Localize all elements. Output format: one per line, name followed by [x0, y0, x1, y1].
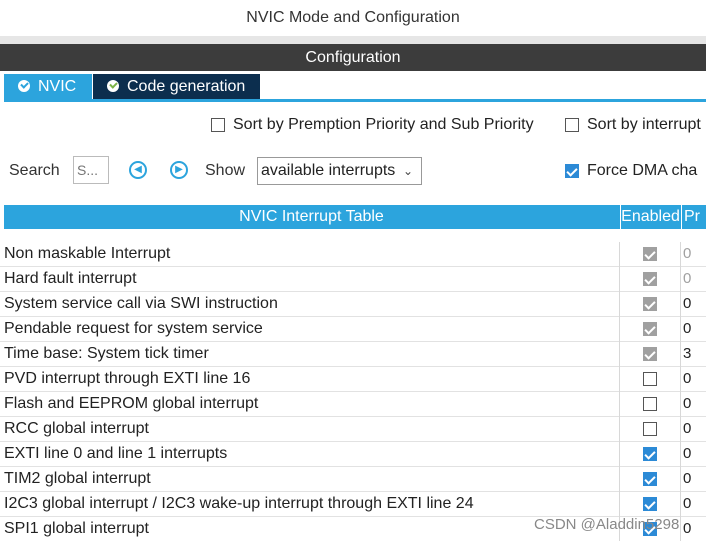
- priority-value[interactable]: 0: [683, 395, 691, 412]
- enabled-checkbox[interactable]: [643, 372, 657, 386]
- interrupt-name: I2C3 global interrupt / I2C3 wake-up int…: [4, 495, 474, 512]
- table-row[interactable]: Time base: System tick timer 3: [0, 342, 706, 367]
- sort-interrupt-label: Sort by interrupt: [587, 116, 701, 133]
- sort-priority-option[interactable]: Sort by Premption Priority and Sub Prior…: [211, 116, 534, 134]
- table-row[interactable]: System service call via SWI instruction 0: [0, 292, 706, 317]
- priority-value[interactable]: 0: [683, 270, 691, 287]
- tab-underline: [4, 99, 706, 102]
- show-label: Show: [205, 162, 246, 179]
- table-row[interactable]: RCC global interrupt 0: [0, 417, 706, 442]
- enabled-checkbox[interactable]: [643, 472, 657, 486]
- column-divider: [619, 242, 620, 541]
- tab-nvic-label: NVIC: [38, 78, 77, 95]
- nvic-table-body: Non maskable Interrupt 0 Hard fault interr…: [0, 242, 706, 541]
- enabled-checkbox: [643, 297, 657, 311]
- nvic-table-header: NVIC Interrupt Table Enabled Pr: [4, 205, 706, 229]
- interrupt-name: SPI1 global interrupt: [4, 520, 149, 537]
- enabled-checkbox: [643, 272, 657, 286]
- configuration-header: Configuration: [0, 44, 706, 71]
- priority-value[interactable]: 0: [683, 445, 691, 462]
- watermark-text: CSDN @Aladdin5298: [534, 516, 680, 533]
- priority-value[interactable]: 0: [683, 295, 691, 312]
- table-row[interactable]: Hard fault interrupt 0: [0, 267, 706, 292]
- tab-nvic[interactable]: NVIC: [4, 74, 92, 99]
- tab-code-generation-label: Code generation: [127, 78, 246, 95]
- priority-value[interactable]: 3: [683, 345, 691, 362]
- priority-value[interactable]: 0: [683, 320, 691, 337]
- chevron-down-icon: ⌄: [402, 164, 413, 178]
- interrupt-name: RCC global interrupt: [4, 420, 149, 437]
- priority-value[interactable]: 0: [683, 495, 691, 512]
- enabled-checkbox[interactable]: [643, 497, 657, 511]
- interrupt-name: Pendable request for system service: [4, 320, 263, 337]
- force-dma-label: Force DMA cha: [587, 162, 698, 179]
- force-dma-option[interactable]: Force DMA cha: [565, 162, 697, 180]
- interrupt-name: Time base: System tick timer: [4, 345, 209, 362]
- priority-value[interactable]: 0: [683, 470, 691, 487]
- column-header-priority[interactable]: Pr: [681, 205, 706, 229]
- sort-interrupt-checkbox[interactable]: [565, 117, 579, 132]
- sort-interrupt-option[interactable]: Sort by interrupt: [565, 116, 701, 134]
- priority-value[interactable]: 0: [683, 520, 691, 537]
- interrupt-name: Hard fault interrupt: [4, 270, 137, 287]
- interrupt-name: TIM2 global interrupt: [4, 470, 151, 487]
- search-input[interactable]: [73, 156, 109, 184]
- table-row[interactable]: I2C3 global interrupt / I2C3 wake-up int…: [0, 492, 706, 517]
- interrupt-name: Non maskable Interrupt: [4, 245, 171, 262]
- priority-value[interactable]: 0: [683, 420, 691, 437]
- priority-value[interactable]: 0: [683, 370, 691, 387]
- table-row[interactable]: Flash and EEPROM global interrupt 0: [0, 392, 706, 417]
- force-dma-checkbox[interactable]: [565, 163, 579, 178]
- title-separator: [0, 36, 706, 44]
- enabled-checkbox: [643, 347, 657, 361]
- column-divider: [680, 242, 681, 541]
- tab-bar: NVIC Code generation: [0, 71, 706, 102]
- next-icon[interactable]: ▶: [170, 161, 188, 179]
- table-row[interactable]: Non maskable Interrupt 0: [0, 242, 706, 267]
- column-header-name[interactable]: NVIC Interrupt Table: [4, 205, 619, 229]
- table-row[interactable]: EXTI line 0 and line 1 interrupts 0: [0, 442, 706, 467]
- sort-priority-checkbox[interactable]: [211, 117, 225, 132]
- interrupt-name: EXTI line 0 and line 1 interrupts: [4, 445, 228, 462]
- enabled-checkbox: [643, 247, 657, 261]
- show-select[interactable]: available interrupts ⌄: [257, 157, 422, 185]
- table-row[interactable]: Pendable request for system service 0: [0, 317, 706, 342]
- table-row[interactable]: PVD interrupt through EXTI line 16 0: [0, 367, 706, 392]
- enabled-checkbox: [643, 322, 657, 336]
- interrupt-name: System service call via SWI instruction: [4, 295, 278, 312]
- show-select-value: available interrupts: [261, 162, 396, 179]
- sort-priority-label: Sort by Premption Priority and Sub Prior…: [233, 116, 534, 133]
- check-circle-icon: [107, 80, 119, 92]
- check-circle-icon: [18, 80, 30, 92]
- interrupt-name: PVD interrupt through EXTI line 16: [4, 370, 251, 387]
- window-title: NVIC Mode and Configuration: [0, 0, 706, 36]
- enabled-checkbox[interactable]: [643, 397, 657, 411]
- interrupt-name: Flash and EEPROM global interrupt: [4, 395, 259, 412]
- search-label: Search: [9, 162, 60, 179]
- enabled-checkbox[interactable]: [643, 422, 657, 436]
- column-header-enabled[interactable]: Enabled: [620, 205, 680, 229]
- table-row[interactable]: TIM2 global interrupt 0: [0, 467, 706, 492]
- priority-value[interactable]: 0: [683, 245, 691, 262]
- previous-icon[interactable]: ◀: [129, 161, 147, 179]
- enabled-checkbox[interactable]: [643, 447, 657, 461]
- tab-code-generation[interactable]: Code generation: [93, 74, 260, 99]
